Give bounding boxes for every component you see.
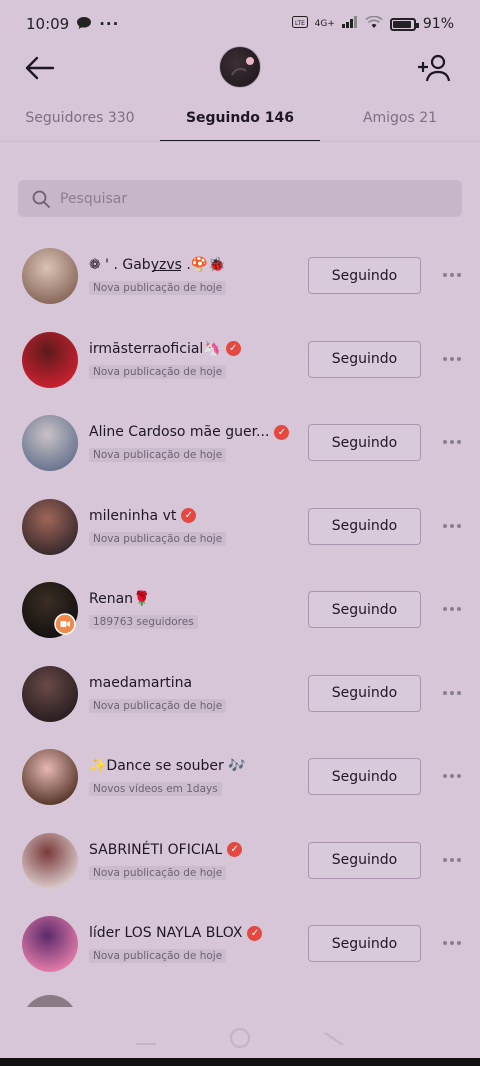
list-item[interactable]: ❁ ' . Gaby͟z͟v͟s .🍄🐞 Nova publicação de …: [0, 235, 480, 319]
status-time: 10:09: [26, 15, 70, 33]
tab-following[interactable]: Seguindo 146: [160, 100, 320, 142]
bottom-edge: [0, 1058, 480, 1066]
verified-icon: ✓: [225, 341, 241, 356]
user-name: Aline Cardoso mãe guer... ✓: [89, 424, 290, 440]
user-name: Renan🌹: [89, 591, 151, 607]
live-badge-icon: [54, 613, 76, 635]
avatar[interactable]: [22, 916, 78, 972]
verified-icon: ✓: [274, 424, 290, 440]
avatar[interactable]: [22, 832, 78, 889]
user-subtitle: Nova publicação de hoje: [89, 448, 227, 462]
user-subtitle: Novos vídeos em 1days: [89, 782, 222, 796]
more-options-button[interactable]: [438, 933, 466, 953]
user-subtitle: Nova publicação de hoje: [89, 865, 227, 880]
user-subtitle: 189763 seguidores: [89, 615, 198, 629]
list-item[interactable]: líder LOS NAYLA BLOX ✓ Nova publicação de…: [0, 903, 480, 987]
user-subtitle: Nova publicação de hoje: [89, 949, 227, 963]
arrow-left-icon: [25, 56, 55, 80]
list-item[interactable]: Renan🌹 189763 seguidores Seguindo: [0, 569, 480, 653]
list-item[interactable]: ✨Dance se souber 🎶 Novos vídeos em 1days…: [0, 736, 480, 820]
list-item[interactable]: maedamartina Nova publicação de hoje Seg…: [0, 653, 480, 737]
add-user-button[interactable]: [414, 50, 454, 86]
tab-followers[interactable]: Seguidores 330: [0, 100, 160, 142]
user-subtitle: Nova publicação de hoje: [89, 531, 227, 546]
system-nav-bar: [0, 1022, 480, 1058]
add-user-icon: [418, 54, 451, 82]
list-item[interactable]: Aline Cardoso mãe guer... ✓ Nova publicaç…: [0, 402, 480, 486]
user-name: irmãsterraoficial🦄 ✓: [89, 341, 241, 357]
signal-icon: [341, 16, 358, 32]
more-options-button[interactable]: [438, 683, 466, 703]
verified-icon: ✓: [227, 842, 243, 857]
verified-icon: ✓: [181, 508, 197, 523]
volte-icon: LTE: [291, 16, 308, 32]
following-button[interactable]: Seguindo: [308, 925, 421, 962]
avatar[interactable]: [22, 665, 78, 722]
wifi-icon: [365, 15, 383, 33]
more-options-button[interactable]: [438, 265, 466, 285]
divider: [0, 141, 480, 142]
profile-avatar[interactable]: [219, 46, 261, 88]
avatar[interactable]: [22, 749, 78, 805]
following-button[interactable]: Seguindo: [308, 257, 421, 294]
list-item[interactable]: irmãsterraoficial🦄 ✓ Nova publicação de h…: [0, 319, 480, 403]
battery-icon: [389, 17, 419, 31]
tab-friends[interactable]: Amigos 21: [320, 100, 480, 142]
avatar[interactable]: [22, 994, 78, 1007]
recent-apps-icon[interactable]: [136, 1031, 157, 1050]
user-subtitle: Nova publicação de hoje: [89, 281, 227, 295]
avatar[interactable]: [22, 331, 78, 388]
user-name: líder LOS NAYLA BLOX ✓: [89, 925, 263, 941]
back-button[interactable]: [20, 50, 60, 86]
status-bar: 10:09 ··· LTE 4G+ 91%: [0, 0, 480, 48]
user-name: mileninha vt ✓: [89, 508, 197, 524]
more-notifications-icon: ···: [99, 15, 120, 33]
following-button[interactable]: Seguindo: [308, 424, 421, 461]
user-name: maedamartina: [89, 674, 193, 691]
more-options-button[interactable]: [438, 766, 466, 786]
tab-bar: Seguidores 330 Seguindo 146 Amigos 21: [0, 100, 480, 142]
list-item[interactable]: mileninha vt ✓ Nova publicação de hoje Se…: [0, 486, 480, 570]
following-button[interactable]: Seguindo: [308, 841, 421, 879]
verified-icon: ✓: [247, 925, 263, 941]
following-button[interactable]: Seguindo: [308, 758, 421, 795]
chat-bubble-icon: [77, 15, 92, 33]
back-nav-icon[interactable]: [324, 1031, 344, 1050]
search-icon: [32, 190, 50, 208]
svg-text:LTE: LTE: [295, 20, 305, 27]
following-button[interactable]: Seguindo: [308, 507, 421, 545]
following-button[interactable]: Seguindo: [308, 674, 421, 712]
avatar[interactable]: [22, 498, 78, 555]
more-options-button[interactable]: [438, 516, 466, 536]
user-name: ❁ ' . Gaby͟z͟v͟s .🍄🐞: [89, 257, 226, 273]
search-input[interactable]: [60, 190, 440, 207]
avatar[interactable]: [22, 415, 78, 471]
more-options-button[interactable]: [438, 432, 466, 452]
list-item-partial[interactable]: [0, 987, 480, 1007]
more-options-button[interactable]: [438, 349, 466, 369]
more-options-button[interactable]: [438, 599, 466, 619]
user-name: SABRINÉTI OFICIAL ✓: [89, 842, 243, 858]
user-subtitle: Nova publicação de hoje: [89, 698, 227, 713]
user-subtitle: Nova publicação de hoje: [89, 364, 227, 379]
battery-percent: 91%: [422, 16, 454, 32]
home-icon[interactable]: [229, 1027, 251, 1053]
following-button[interactable]: Seguindo: [308, 340, 421, 378]
avatar[interactable]: [22, 248, 78, 304]
user-name: ✨Dance se souber 🎶: [89, 758, 246, 774]
network-type: 4G+: [314, 19, 335, 29]
more-options-button[interactable]: [438, 850, 466, 870]
list-item[interactable]: SABRINÉTI OFICIAL ✓ Nova publicação de ho…: [0, 820, 480, 904]
search-bar[interactable]: [18, 180, 462, 217]
header: [0, 44, 480, 92]
following-button[interactable]: Seguindo: [308, 591, 421, 628]
